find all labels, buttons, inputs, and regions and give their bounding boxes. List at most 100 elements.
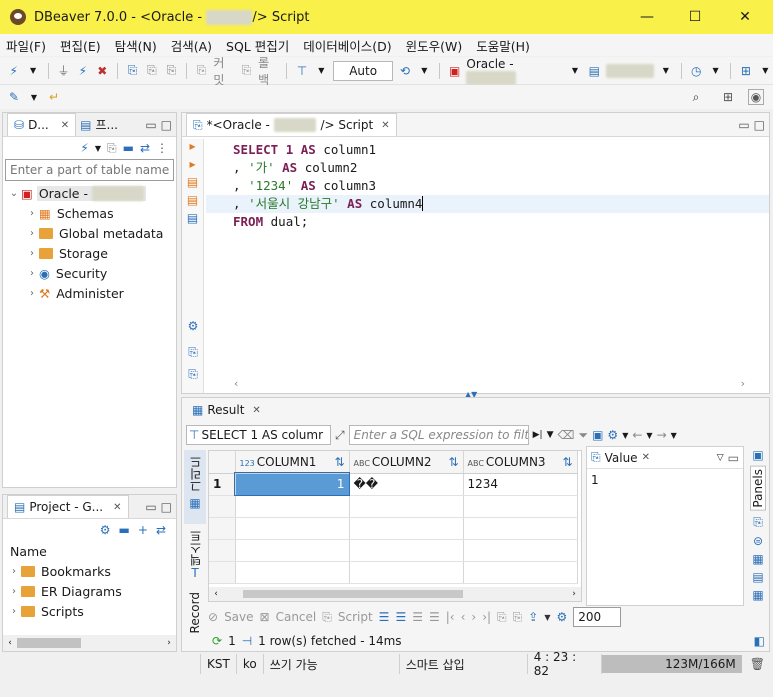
table-filter-input[interactable] xyxy=(5,159,174,181)
chevron-down-icon[interactable]: ▼ xyxy=(26,89,42,105)
clear-filter-icon[interactable]: ⌫ xyxy=(558,428,575,442)
copy-row-icon[interactable]: ☰ xyxy=(412,610,423,624)
image-icon[interactable]: ▦ xyxy=(752,552,763,566)
rollback-button[interactable]: 롤백 xyxy=(258,54,279,88)
filter-expression-input[interactable]: Enter a SQL expression to filt xyxy=(348,425,529,445)
chevron-down-icon[interactable]: ▼ xyxy=(314,63,329,79)
value-content[interactable]: 1 xyxy=(587,469,743,491)
chevron-down-icon[interactable]: ▼ xyxy=(547,430,554,440)
refresh-icon[interactable]: ⟳ xyxy=(212,634,222,648)
garbage-collect-icon[interactable]: 🗑 xyxy=(750,657,765,671)
tab-record[interactable]: Record xyxy=(184,588,206,648)
next-page-icon[interactable]: › xyxy=(471,610,476,624)
add-row-icon[interactable]: ☰ xyxy=(395,610,406,624)
query-text-field[interactable]: ⊤ SELECT 1 AS columr xyxy=(186,425,331,445)
scrollbar-thumb[interactable] xyxy=(17,638,81,648)
chevron-down-icon[interactable]: ⌄ xyxy=(7,188,21,199)
chevron-right-icon[interactable]: › xyxy=(25,248,39,259)
sql-code-area[interactable]: SELECT 1 AS column1 , '가' AS column2 , '… xyxy=(206,141,769,231)
sitemap-icon[interactable]: ⊞ xyxy=(738,63,753,79)
execute-script-icon[interactable]: ▤ xyxy=(182,175,203,193)
gear-icon[interactable]: ⚙ xyxy=(100,523,111,537)
chevron-down-icon[interactable]: ▼ xyxy=(658,63,673,79)
sort-icon[interactable]: ⇅ xyxy=(448,455,458,469)
maximize-view-icon[interactable]: □ xyxy=(754,118,765,132)
expand-icon[interactable]: ⤢ xyxy=(335,428,345,443)
minimize-icon[interactable]: — xyxy=(622,0,672,34)
value-viewer-icon[interactable]: ⎘ xyxy=(753,515,763,530)
chevron-left-icon[interactable]: ‹ xyxy=(209,589,223,599)
tree-node-global-metadata[interactable]: › Global metadata xyxy=(3,223,176,243)
tab-grid[interactable]: 그리드 ▦ xyxy=(184,450,206,524)
horizontal-scrollbar[interactable]: ‹ › xyxy=(3,635,176,651)
tree-node-bookmarks[interactable]: › Bookmarks xyxy=(3,561,176,581)
fetch-size-input[interactable]: 200 xyxy=(573,607,622,627)
minimize-view-icon[interactable]: ▭ xyxy=(728,451,739,465)
cell-column3[interactable]: 1234 xyxy=(463,473,578,496)
lock-icon[interactable]: ⎘ xyxy=(164,63,179,79)
sort-icon[interactable]: ⇅ xyxy=(562,455,572,469)
cell-column1-selected[interactable]: 1 xyxy=(234,472,350,496)
export-icon[interactable]: ⇪ xyxy=(528,610,538,624)
gear-icon[interactable]: ⚙ xyxy=(556,610,567,624)
chevron-right-icon[interactable]: › xyxy=(741,377,745,390)
disconnect-icon[interactable]: ⏚ xyxy=(56,63,71,79)
maximize-view-icon[interactable]: □ xyxy=(161,500,172,514)
chevron-right-icon[interactable]: › xyxy=(7,606,21,617)
project-column-header[interactable]: Name xyxy=(3,541,176,561)
execute-new-tab-icon[interactable]: ▸ xyxy=(182,157,203,175)
connect-icon[interactable]: ⚡ xyxy=(75,63,90,79)
menu-database[interactable]: 데이터베이스(D) xyxy=(303,36,391,55)
chevron-right-icon[interactable]: › xyxy=(25,288,39,299)
tree-node-schemas[interactable]: › ▦ Schemas xyxy=(3,203,176,223)
history-icon[interactable]: ⟲ xyxy=(397,63,412,79)
grid-horizontal-scrollbar[interactable]: ‹ › xyxy=(209,587,581,601)
back-icon[interactable]: ↵ xyxy=(46,89,62,105)
tab-project[interactable]: ▤ Project - G... ✕ xyxy=(7,495,129,518)
sort-icon[interactable]: ⇅ xyxy=(334,455,344,469)
tab-projects[interactable]: 프... xyxy=(95,116,117,133)
edit-row-icon[interactable]: ☰ xyxy=(379,610,390,624)
first-page-icon[interactable]: |‹ xyxy=(446,610,455,624)
link-editor-icon[interactable]: ⇄ xyxy=(140,141,150,155)
save-filter-icon[interactable]: ▣ xyxy=(592,428,603,442)
chevron-down-icon[interactable]: ▼ xyxy=(544,613,550,622)
arrow-right-icon[interactable]: → xyxy=(657,428,667,442)
chevron-left-icon[interactable]: ‹ xyxy=(234,377,238,390)
fetch-all-icon[interactable]: ⎘ xyxy=(513,610,523,625)
chevron-down-icon[interactable]: ▼ xyxy=(622,431,628,440)
invalidate-icon[interactable]: ✖ xyxy=(95,63,110,79)
filter-history-icon[interactable]: ▶| xyxy=(533,430,543,440)
editor-horizontal-scrollbar[interactable]: ‹ › xyxy=(206,375,769,391)
filter-icon[interactable]: ⎘ xyxy=(107,141,117,156)
chevron-right-icon[interactable]: › xyxy=(567,589,581,599)
menu-search[interactable]: 검색(A) xyxy=(171,36,212,55)
calc-icon[interactable]: ▦ xyxy=(752,588,763,602)
minimize-view-icon[interactable]: ▭ xyxy=(145,500,156,514)
transaction-mode-icon[interactable]: ⊤ xyxy=(294,63,309,79)
script-button[interactable]: Script xyxy=(338,610,373,624)
new-connection-icon[interactable]: ⚡ xyxy=(80,141,88,155)
chevron-left-icon[interactable]: ‹ xyxy=(3,638,17,648)
add-icon[interactable]: + xyxy=(138,523,148,537)
chevron-down-icon[interactable]: ▼ xyxy=(671,431,677,440)
tree-node-administer[interactable]: › ⚒ Administer xyxy=(3,283,176,303)
new-connection-icon[interactable]: ⚡ xyxy=(6,63,21,79)
explain-plan-icon[interactable]: ▤ xyxy=(182,211,203,229)
chevron-right-icon[interactable]: › xyxy=(162,638,176,648)
panel-layout-icon[interactable]: ◧ xyxy=(754,634,765,648)
chevron-down-icon[interactable]: ▼ xyxy=(95,144,101,153)
export-icon[interactable]: ⎘ xyxy=(182,345,204,360)
fetch-page-icon[interactable]: ⎘ xyxy=(497,610,507,625)
menu-navigate[interactable]: 탐색(N) xyxy=(115,36,157,55)
tab-result[interactable]: ▦ Result ✕ xyxy=(186,398,267,422)
chevron-down-icon[interactable]: ▼ xyxy=(708,63,723,79)
tree-node-er-diagrams[interactable]: › ER Diagrams xyxy=(3,581,176,601)
metadata-icon[interactable]: ⊜ xyxy=(753,534,763,548)
tree-node-security[interactable]: › ◉ Security xyxy=(3,263,176,283)
chevron-down-icon[interactable]: ▼ xyxy=(25,63,40,79)
gear-icon[interactable]: ⚙ xyxy=(182,319,204,333)
panels-toggle-icon[interactable]: ▣ xyxy=(752,448,763,462)
pen-icon[interactable]: ✎ xyxy=(6,89,22,105)
filter-icon[interactable]: ⏷ xyxy=(578,428,588,443)
